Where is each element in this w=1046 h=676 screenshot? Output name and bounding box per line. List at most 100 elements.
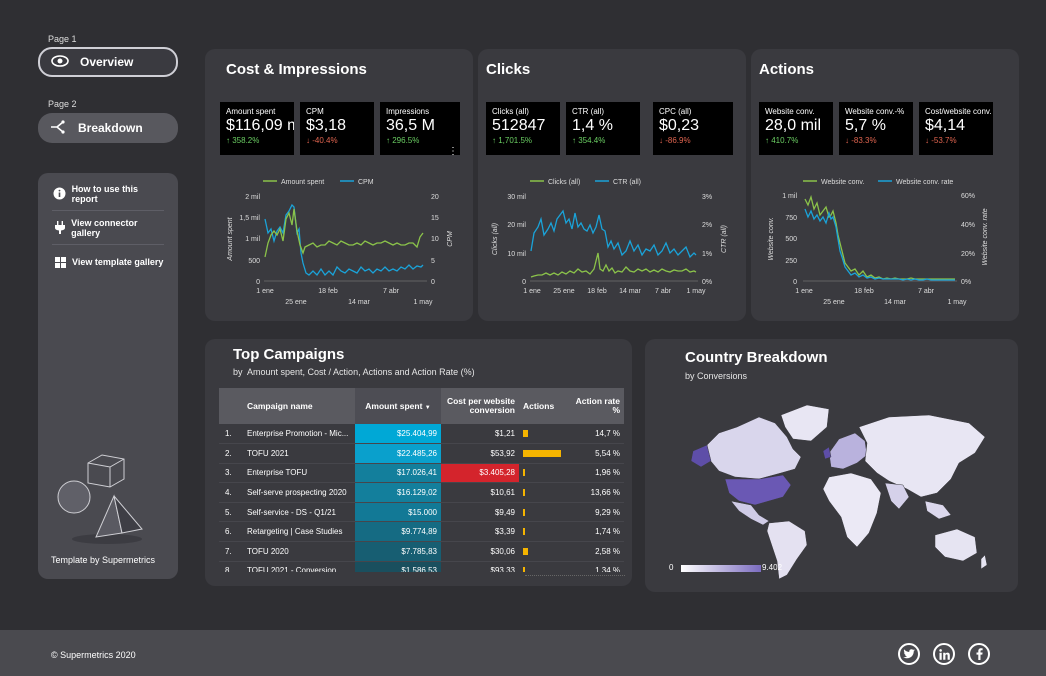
action-rate-cell: 1,34 % xyxy=(569,561,624,572)
table-row[interactable]: 5. Self-service - DS - Q1/21 $15.000 $9,49 9… xyxy=(219,502,624,523)
y-tick-right: 5 xyxy=(431,258,435,265)
map-australia[interactable] xyxy=(934,528,978,562)
kpi-website-conv: Website conv. 28,0 mil ↑ 410.7% xyxy=(759,102,833,155)
breakdown-nav-button[interactable]: Breakdown xyxy=(38,113,178,143)
arrow-up-icon: ↑ xyxy=(765,136,769,145)
panel-title: Country Breakdown xyxy=(685,349,828,366)
kpi-ctr: CTR (all) 1,4 % ↑ 354.4% xyxy=(566,102,640,155)
world-map[interactable] xyxy=(689,397,989,582)
cost-per-conversion-cell: $53,92 xyxy=(441,443,519,464)
actions-bar xyxy=(523,430,528,438)
action-rate-cell: 1,96 % xyxy=(569,463,624,484)
map-new-zealand[interactable] xyxy=(980,554,988,570)
overview-nav-button[interactable]: Overview xyxy=(38,47,178,77)
amount-spent-cell: $22.485,26 xyxy=(355,443,441,464)
breakdown-icon xyxy=(38,119,78,137)
kpi-delta-value: 1,701.5% xyxy=(498,136,533,145)
arrow-up-icon: ↑ xyxy=(386,136,390,145)
scale-max-label: 9.402 xyxy=(762,563,783,572)
campaigns-table: Campaign name Amount spent ▼ Cost per we… xyxy=(219,388,624,572)
kpi-label: Amount spent xyxy=(226,107,276,116)
y-axis-label-right: Website conv. rate xyxy=(982,208,989,265)
sort-desc-icon[interactable]: ▼ xyxy=(425,405,431,411)
actions-cell xyxy=(519,561,569,572)
kpi-cpm: CPM $3,18 ↓ -40.4% xyxy=(300,102,374,155)
cost-impressions-panel: Cost & Impressions Amount spent $116,09 … xyxy=(205,49,473,321)
amount-spent-header[interactable]: Amount spent ▼ xyxy=(355,388,441,424)
y-tick-right: 0 xyxy=(431,279,435,286)
y-tick-right: 15 xyxy=(431,215,439,222)
actions-cell xyxy=(519,482,569,503)
actions-header[interactable]: Actions xyxy=(519,388,569,424)
table-row[interactable]: 2. TOFU 2021 $22.485,26 $53,92 5,54 % xyxy=(219,443,624,464)
table-row[interactable]: 3. Enterprise TOFU $17.026,41 $3.405,28 1,96… xyxy=(219,463,624,484)
template-gallery-link[interactable]: View template gallery xyxy=(52,245,164,279)
y-tick: 1 mil xyxy=(782,193,797,200)
row-index: 1. xyxy=(219,424,243,445)
action-rate-header[interactable]: Action rate % xyxy=(569,388,624,424)
map-africa[interactable] xyxy=(822,472,882,548)
how-to-use-label: How to use this report xyxy=(71,183,139,204)
map-usa[interactable] xyxy=(724,474,792,506)
map-alaska[interactable] xyxy=(690,444,712,468)
kpi-delta: ↑ 354.4% xyxy=(572,136,634,145)
row-index: 3. xyxy=(219,463,243,484)
map-asia[interactable] xyxy=(858,414,986,498)
linkedin-icon[interactable] xyxy=(933,643,955,665)
kpi-delta: ↓ -40.4% xyxy=(306,136,368,145)
panel-subtitle: by Amount spent, Cost / Action, Actions … xyxy=(233,367,475,377)
x-tick: 7 abr xyxy=(918,288,935,295)
action-rate-cell: 9,29 % xyxy=(569,502,624,523)
connector-gallery-link[interactable]: View connector gallery xyxy=(52,211,164,245)
cost-per-conversion-cell: $9,49 xyxy=(441,502,519,523)
cost-per-conversion-cell: $3,39 xyxy=(441,521,519,543)
row-index: 7. xyxy=(219,541,243,562)
actions-cell xyxy=(519,541,569,562)
table-row[interactable]: 6. Retargeting | Case Studies $9.774,89 $3,… xyxy=(219,521,624,543)
y-tick-right: 60% xyxy=(961,193,975,200)
map-europe[interactable] xyxy=(828,432,868,470)
facebook-icon[interactable] xyxy=(968,643,990,665)
legend-series-1: Website conv. xyxy=(821,179,864,186)
map-uk[interactable] xyxy=(822,446,832,460)
arrow-up-icon: ↑ xyxy=(492,136,496,145)
cost-per-conversion-cell: $93,33 xyxy=(441,561,519,572)
plug-icon xyxy=(52,221,67,234)
y-tick: 500 xyxy=(248,258,260,265)
campaign-name: Enterprise TOFU xyxy=(243,463,355,484)
map-se-asia[interactable] xyxy=(924,500,952,520)
arrow-down-icon: ↓ xyxy=(845,136,849,145)
kpi-impressions: Impressions 36,5 M ↑ 296.5% ⋮ xyxy=(380,102,460,155)
legend-series-2: CPM xyxy=(358,179,374,186)
table-row[interactable]: 4. Self-serve prospecting 2020 $16.129,02 $… xyxy=(219,482,624,503)
kpi-delta: ↑ 358.2% xyxy=(226,136,288,145)
y-tick-right: 0% xyxy=(702,279,712,286)
campaign-name: Enterprise Promotion - Mic... xyxy=(243,424,355,445)
campaign-name-header[interactable]: Campaign name xyxy=(243,388,355,424)
row-index: 4. xyxy=(219,482,243,503)
cost-per-conversion-header[interactable]: Cost per website conversion xyxy=(441,388,519,424)
panel-subtitle: by Conversions xyxy=(685,371,748,381)
kpi-delta-value: 354.4% xyxy=(578,136,606,145)
more-options-icon[interactable]: ⋮ xyxy=(448,147,458,156)
kpi-label: Website conv.-% xyxy=(845,107,905,116)
twitter-icon[interactable] xyxy=(898,643,920,665)
y-tick: 0 xyxy=(256,279,260,286)
map-mexico[interactable] xyxy=(730,500,770,526)
kpi-label: Cost/website conv. xyxy=(925,107,992,116)
action-rate-cell: 2,58 % xyxy=(569,541,624,562)
table-row[interactable]: 7. TOFU 2020 $7.785,83 $30,06 2,58 % xyxy=(219,541,624,562)
scale-min-label: 0 xyxy=(669,563,674,572)
cost-per-conversion-cell: $3.405,28 xyxy=(441,463,519,484)
how-to-use-link[interactable]: How to use this report xyxy=(52,177,164,211)
kpi-value: 36,5 M xyxy=(386,117,435,134)
info-icon xyxy=(52,187,68,200)
y-tick: 30 mil xyxy=(507,194,526,201)
table-row[interactable]: 1. Enterprise Promotion - Mic... $25.404,9… xyxy=(219,424,624,445)
arrow-up-icon: ↑ xyxy=(226,136,230,145)
map-greenland[interactable] xyxy=(780,404,830,442)
row-index: 5. xyxy=(219,502,243,523)
kpi-label: CPM xyxy=(306,107,324,116)
table-row[interactable]: 8. TOFU 2021 - Conversion $1.586,53 $93,33 1… xyxy=(219,561,624,572)
y-axis-label-left: Clicks (all) xyxy=(492,223,499,255)
